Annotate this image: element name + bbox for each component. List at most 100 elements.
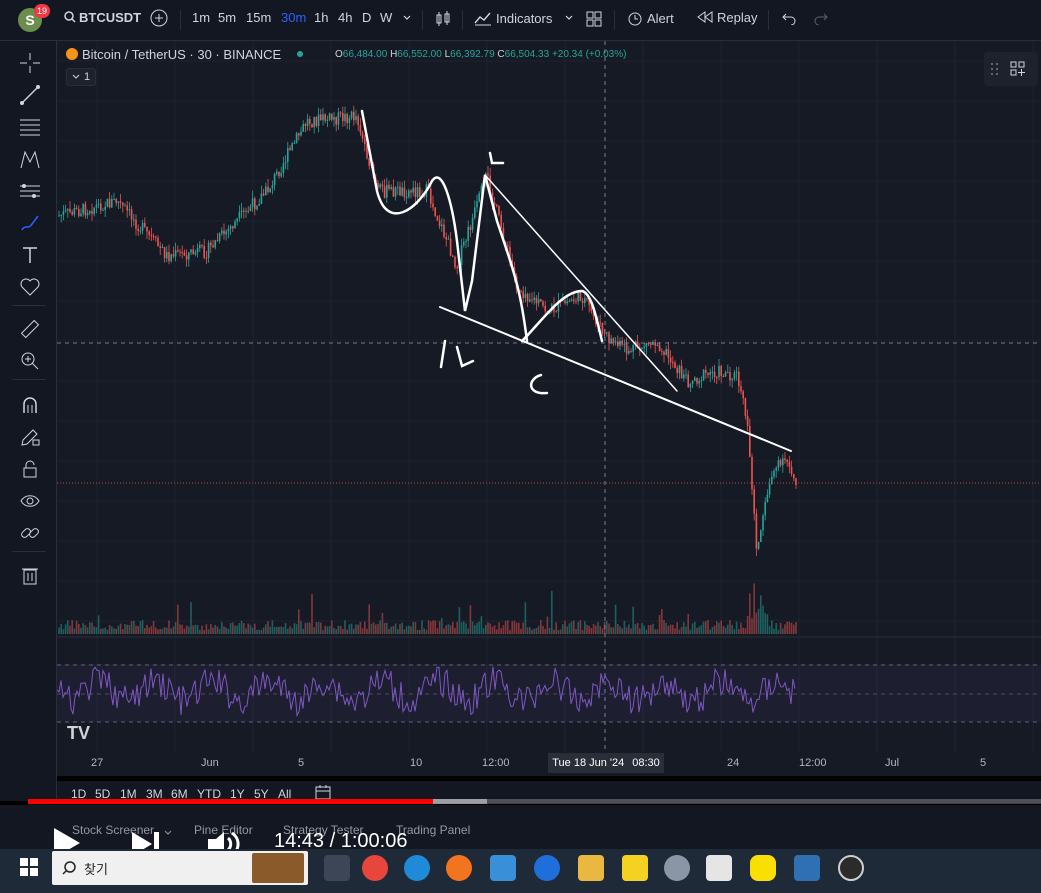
zoom-tool[interactable] — [18, 349, 42, 373]
volume-bar — [535, 628, 538, 634]
pattern-tool[interactable] — [18, 147, 42, 171]
volume-bar — [471, 621, 474, 634]
calculator-icon[interactable] — [706, 855, 732, 881]
fib-tool[interactable] — [18, 115, 42, 139]
volume-bar — [216, 626, 219, 634]
favorites-tool[interactable] — [18, 275, 42, 299]
cloud-app-icon[interactable] — [664, 855, 690, 881]
file-explorer-icon[interactable] — [578, 855, 604, 881]
volume-bar — [775, 622, 777, 634]
text-tool[interactable] — [18, 243, 42, 267]
volume-bar — [463, 621, 465, 634]
candle-body — [324, 114, 326, 121]
volume-bar — [537, 626, 540, 634]
symbol-search[interactable]: BTCUSDT — [64, 10, 141, 25]
volume-bar — [436, 628, 439, 634]
trend-line-tool[interactable] — [18, 83, 42, 107]
volume-bar — [203, 629, 205, 634]
sync-drawings-tool[interactable] — [18, 521, 42, 545]
volume-bar — [196, 625, 199, 634]
internet-explorer-icon[interactable] — [534, 855, 560, 881]
chevron-down-icon — [72, 74, 80, 79]
alert-button[interactable]: Alert — [627, 10, 674, 26]
volume-bar — [80, 627, 82, 634]
interval-dropdown[interactable] — [402, 11, 412, 26]
time-label: Jul — [885, 757, 900, 769]
obs-icon[interactable] — [838, 855, 864, 881]
candle-body — [185, 255, 188, 260]
interval-d[interactable]: D — [362, 10, 371, 25]
prediction-tool[interactable] — [18, 179, 42, 203]
templates-button[interactable] — [586, 11, 602, 30]
stock-screener-dropdown[interactable] — [164, 826, 172, 840]
interval-15m[interactable]: 15m — [246, 10, 271, 25]
volume-bar — [353, 628, 355, 634]
candle-body — [430, 188, 432, 204]
volume-bar — [566, 626, 568, 634]
hangul-app-icon[interactable] — [794, 855, 820, 881]
brush-tool[interactable] — [18, 211, 42, 235]
edge-icon[interactable] — [404, 855, 430, 881]
stay-in-drawing-tool[interactable] — [18, 425, 42, 449]
volume-bar — [540, 620, 542, 634]
volume-bar — [476, 622, 478, 634]
volume-bar — [685, 626, 687, 634]
compare-button[interactable] — [150, 9, 168, 30]
chart-type-button[interactable] — [434, 10, 452, 31]
volume-bar — [676, 622, 678, 634]
volume-bar — [564, 620, 566, 634]
start-button[interactable] — [20, 858, 38, 881]
indicators-collapse-button[interactable]: 1 — [66, 68, 96, 86]
chart-pane[interactable]: TV — [57, 41, 1041, 776]
candle-body — [113, 198, 115, 200]
interval-4h[interactable]: 4h — [338, 10, 352, 25]
undo-button[interactable] — [780, 11, 796, 28]
volume-bar — [632, 606, 634, 634]
kakaotalk-icon[interactable] — [750, 855, 776, 881]
indicators-button[interactable]: Indicators — [474, 10, 552, 26]
interval-w[interactable]: W — [380, 10, 392, 25]
bird-app-icon[interactable] — [490, 855, 516, 881]
volume-bar — [339, 625, 342, 634]
volume-bar — [529, 626, 531, 634]
volume-bar — [445, 625, 447, 634]
measure-tool[interactable] — [18, 317, 42, 341]
redo-button[interactable] — [814, 11, 830, 28]
interval-30m[interactable]: 30m — [281, 10, 306, 25]
volume-bar — [58, 627, 60, 634]
lock-drawings-tool[interactable] — [18, 457, 42, 481]
candle-body — [295, 133, 298, 143]
object-tree-button[interactable] — [984, 52, 1038, 86]
task-view-icon[interactable] — [324, 855, 350, 881]
taskbar-search[interactable]: 찾기 — [52, 851, 308, 885]
candle-body — [89, 211, 91, 214]
volume-bar — [784, 624, 786, 634]
hide-drawings-tool[interactable] — [18, 489, 42, 513]
interval-1m[interactable]: 1m — [192, 10, 210, 25]
candle-body — [207, 242, 210, 259]
firefox-icon[interactable] — [446, 855, 472, 881]
candle-body — [493, 202, 496, 205]
candle-body — [441, 224, 443, 227]
magnet-tool[interactable] — [18, 393, 42, 417]
volume-bar — [73, 628, 76, 634]
interval-1h[interactable]: 1h — [314, 10, 328, 25]
symbol-legend[interactable]: Bitcoin / TetherUS · 30 · BINANCE — [66, 47, 303, 62]
crosshair-tool[interactable] — [18, 51, 42, 75]
candle-body — [738, 371, 740, 387]
candle-body — [309, 118, 311, 124]
indicators-dropdown[interactable] — [564, 11, 574, 26]
candle-body — [460, 245, 463, 266]
interval-5m[interactable]: 5m — [218, 10, 236, 25]
candle-body — [60, 215, 62, 217]
volume-bar — [546, 616, 549, 634]
sticky-notes-icon[interactable] — [622, 855, 648, 881]
price-chart[interactable]: TV — [57, 41, 1041, 752]
remove-drawings-tool[interactable] — [18, 563, 42, 587]
replay-button[interactable]: Replay — [697, 10, 757, 25]
volume-bar — [584, 621, 586, 634]
volume-bar — [456, 621, 458, 634]
volume-bar — [194, 624, 197, 634]
chrome-icon[interactable] — [362, 855, 388, 881]
candle-body — [405, 196, 408, 198]
